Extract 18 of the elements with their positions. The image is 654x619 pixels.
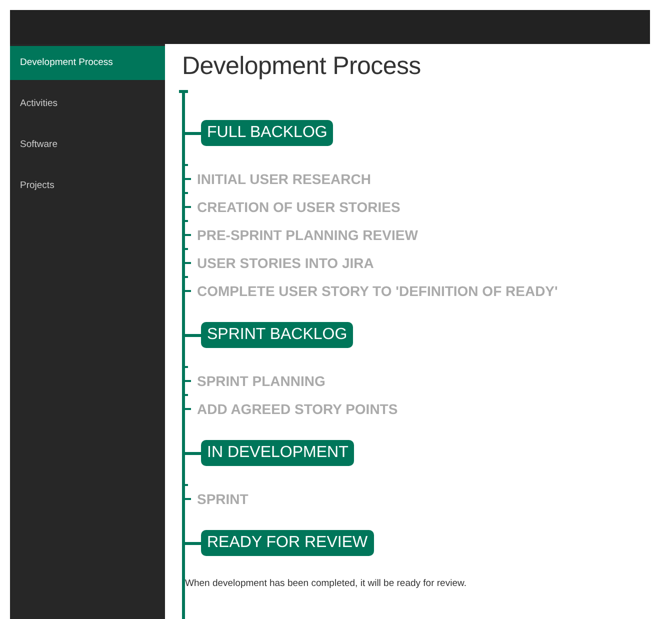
stage-step: SPRINT: [197, 491, 248, 507]
stage-description: When development has been completed, it will be ready for review.: [185, 577, 468, 591]
sidebar-item[interactable]: Projects: [10, 169, 165, 203]
stage-step: PRE-SPRINT PLANNING REVIEW: [197, 227, 418, 243]
stage-step: COMPLETE USER STORY TO 'DEFINITION OF READY': [197, 283, 558, 299]
stage-tag: FULL BACKLOG: [201, 120, 334, 146]
sidebar-item[interactable]: Software: [10, 128, 165, 162]
page-title: Development Process: [182, 52, 422, 80]
stage-step: INITIAL USER RESEARCH: [197, 171, 371, 187]
stage-step: SPRINT PLANNING: [197, 373, 326, 389]
stage-step: ADD AGREED STORY POINTS: [197, 401, 398, 417]
stage-step: CREATION OF USER STORIES: [197, 199, 400, 215]
stage-tag: SPRINT BACKLOG: [201, 322, 354, 348]
sidebar-item[interactable]: Activities: [10, 87, 165, 121]
stage-step: USER STORIES INTO JIRA: [197, 255, 374, 271]
sidebar-item[interactable]: Development Process: [10, 46, 165, 80]
stage-tag: READY FOR REVIEW: [201, 530, 374, 556]
stage-tag: IN DEVELOPMENT: [201, 440, 354, 466]
